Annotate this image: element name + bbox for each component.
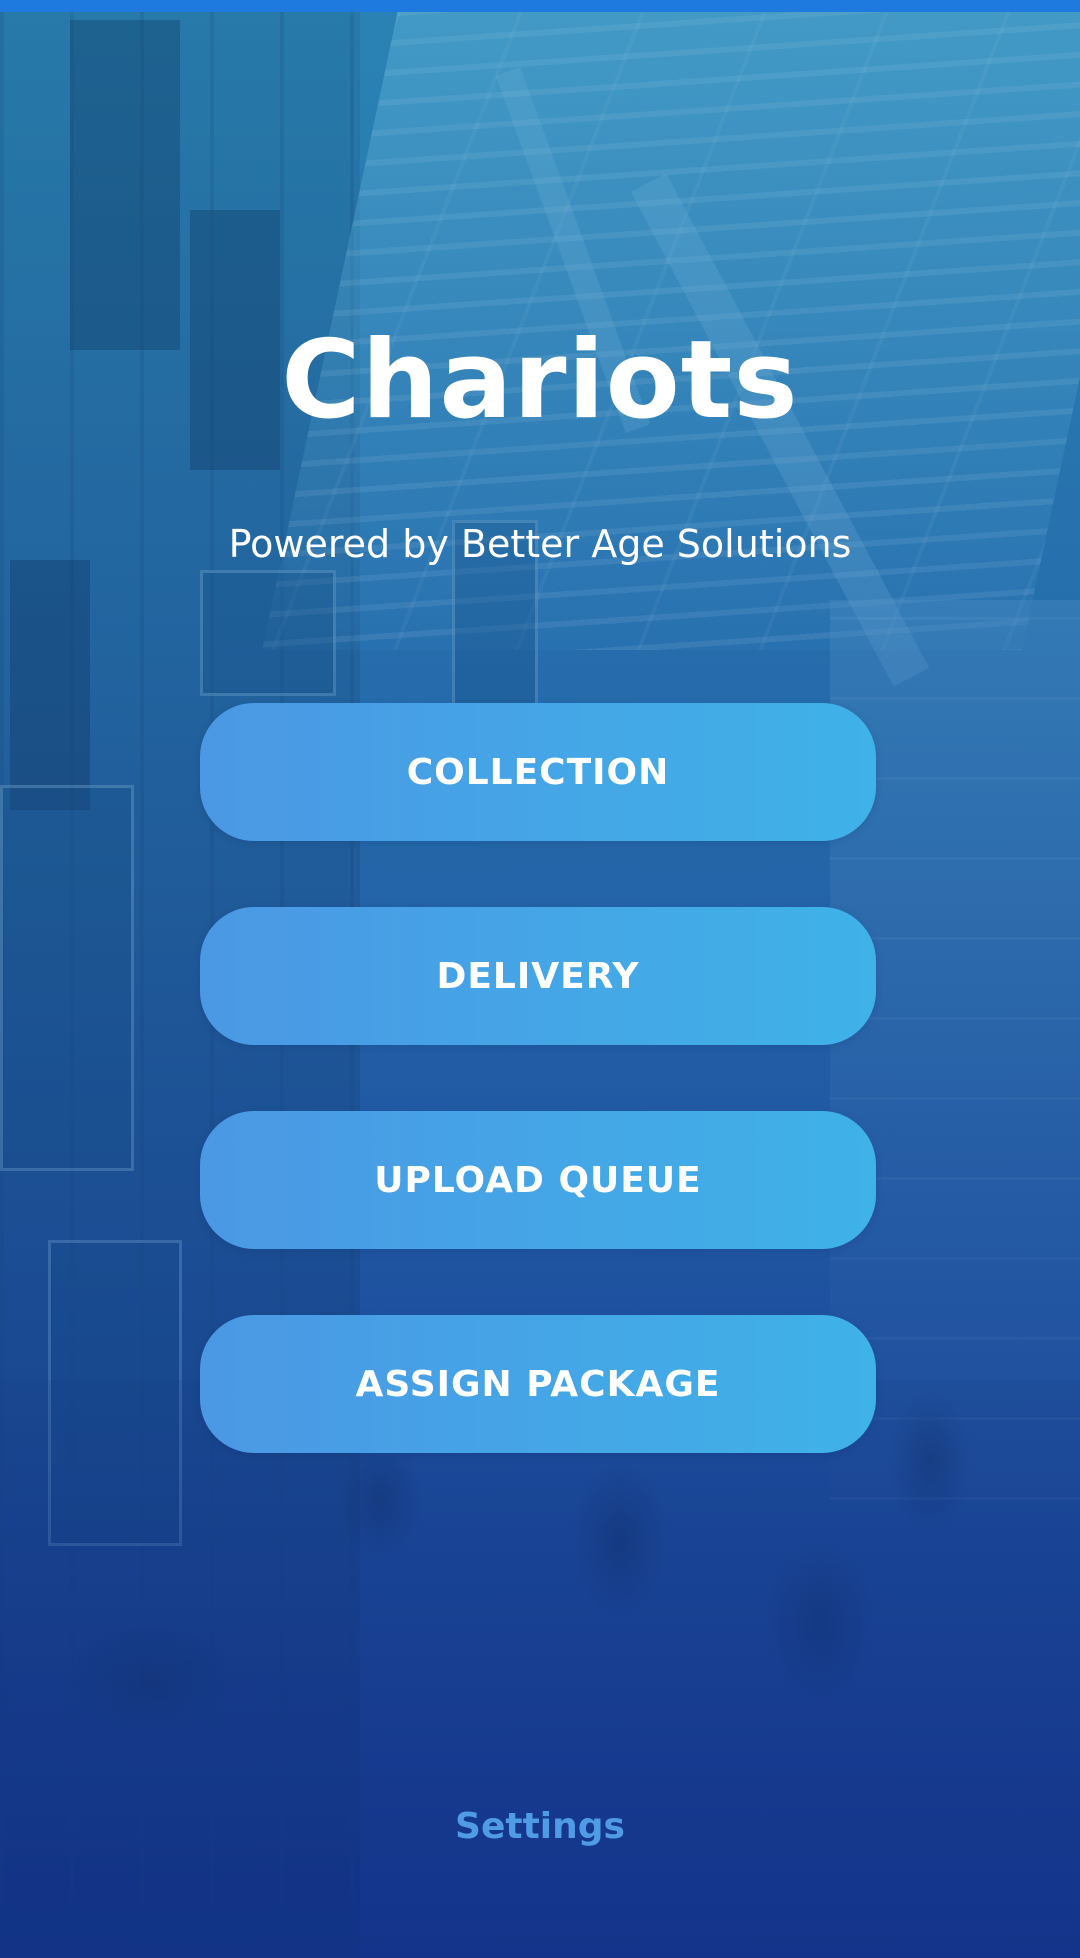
collection-button[interactable]: COLLECTION — [200, 703, 876, 841]
home-screen: Chariots Powered by Better Age Solutions… — [0, 0, 1080, 1958]
status-bar-strip — [0, 0, 1080, 12]
settings-link[interactable]: Settings — [0, 1806, 1080, 1847]
main-menu: COLLECTION DELIVERY UPLOAD QUEUE ASSIGN … — [200, 703, 876, 1519]
upload-queue-button[interactable]: UPLOAD QUEUE — [200, 1111, 876, 1249]
delivery-button[interactable]: DELIVERY — [200, 907, 876, 1045]
app-title: Chariots — [281, 318, 799, 443]
app-subtitle: Powered by Better Age Solutions — [228, 522, 852, 566]
assign-package-button[interactable]: ASSIGN PACKAGE — [200, 1315, 876, 1453]
